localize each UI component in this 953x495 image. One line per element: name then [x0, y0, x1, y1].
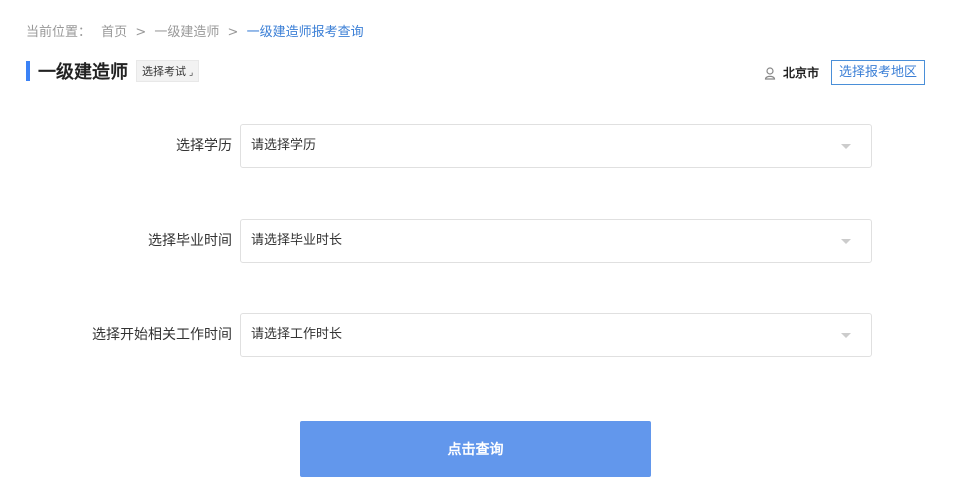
- page-title: 一级建造师: [38, 62, 128, 83]
- select-region-button[interactable]: 选择报考地区: [830, 60, 925, 85]
- graduation-label: 选择毕业时间: [148, 233, 232, 249]
- title-bar: 一级建造师 选择考试 ⌟: [26, 60, 200, 83]
- breadcrumb: 当前位置： 首页 > 一级建造师 > 一级建造师报考查询: [26, 21, 364, 40]
- work-start-label: 选择开始相关工作时间: [92, 327, 232, 343]
- title-accent-bar: [26, 61, 30, 81]
- location-area: 北京市 选择报考地区: [763, 60, 925, 85]
- exam-select-label: 选择考试: [142, 65, 186, 78]
- graduation-select[interactable]: 请选择毕业时长: [240, 219, 872, 263]
- query-button[interactable]: 点击查询: [300, 421, 651, 477]
- education-row: 选择学历 请选择学历: [0, 124, 953, 168]
- work-duration-select-value: 请选择工作时长: [251, 327, 343, 342]
- education-select-value: 请选择学历: [251, 138, 317, 153]
- breadcrumb-separator: >: [135, 25, 147, 40]
- current-city: 北京市: [782, 66, 819, 80]
- caret-down-icon: ⌟: [189, 68, 194, 78]
- education-label: 选择学历: [176, 138, 232, 154]
- chevron-down-icon: [841, 333, 851, 338]
- exam-select-button[interactable]: 选择考试 ⌟: [136, 60, 200, 82]
- breadcrumb-separator: >: [227, 25, 239, 40]
- graduation-row: 选择毕业时间 请选择毕业时长: [0, 219, 953, 263]
- work-start-row: 选择开始相关工作时间 请选择工作时长: [0, 313, 953, 357]
- breadcrumb-prefix: 当前位置：: [26, 25, 92, 40]
- education-select[interactable]: 请选择学历: [240, 124, 872, 168]
- graduation-select-value: 请选择毕业时长: [251, 233, 343, 248]
- user-location-icon: [764, 66, 776, 80]
- work-duration-select[interactable]: 请选择工作时长: [240, 313, 872, 357]
- chevron-down-icon: [841, 144, 851, 149]
- chevron-down-icon: [841, 239, 851, 244]
- breadcrumb-category[interactable]: 一级建造师: [154, 25, 219, 40]
- breadcrumb-home[interactable]: 首页: [101, 25, 127, 40]
- breadcrumb-current[interactable]: 一级建造师报考查询: [247, 25, 364, 40]
